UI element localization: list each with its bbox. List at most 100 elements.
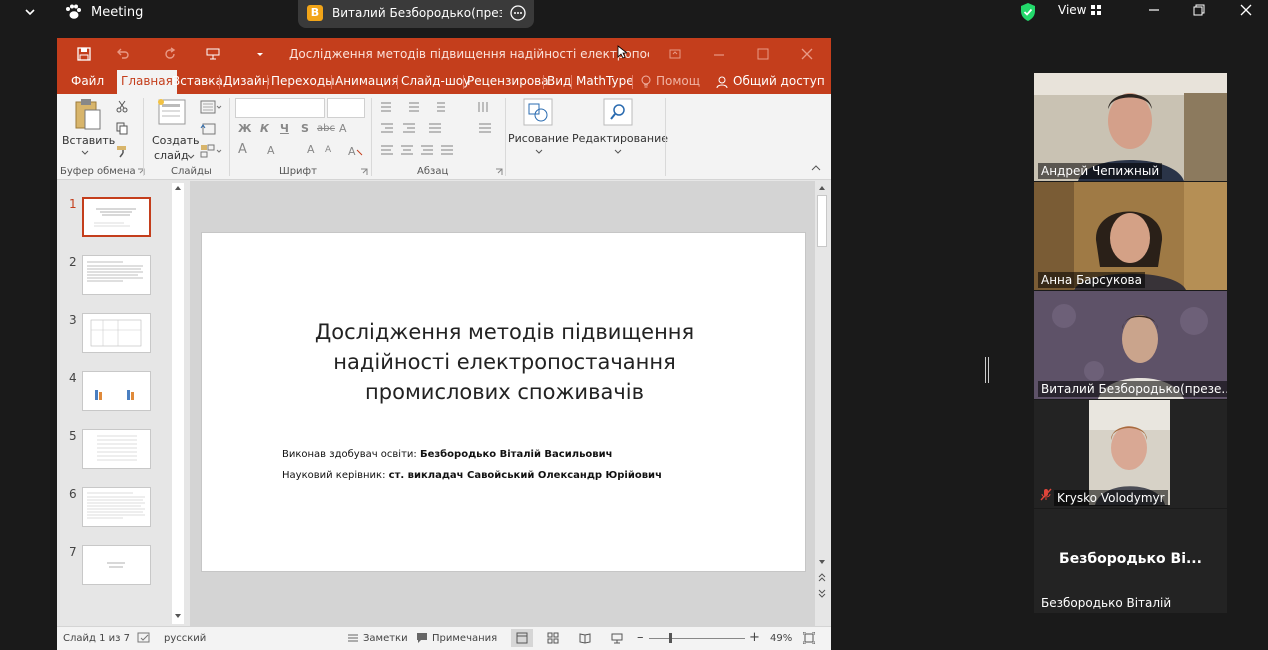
slide-author-line[interactable]: Виконав здобувач освіти: Безбородько Віт… (282, 449, 612, 460)
participant-tile[interactable]: Krysko Volodymyr (1034, 400, 1227, 508)
normal-view-button[interactable] (511, 629, 533, 647)
chevron-down-icon[interactable] (81, 150, 89, 156)
previous-slide-icon[interactable] (818, 573, 826, 583)
tab-mathtype[interactable]: MathType (576, 74, 634, 88)
spellcheck-icon[interactable] (137, 631, 151, 645)
tab-transitions[interactable]: Переходы (271, 74, 335, 88)
view-menu-label[interactable]: View (1058, 3, 1086, 17)
zoom-out-button[interactable]: – (637, 630, 644, 645)
redo-icon[interactable] (162, 46, 178, 62)
next-slide-icon[interactable] (818, 588, 826, 598)
italic-button[interactable]: К (260, 122, 269, 135)
chevron-down-icon[interactable] (535, 149, 543, 155)
share-button[interactable]: Общий доступ (733, 74, 825, 88)
tab-animations[interactable]: Анимация (335, 74, 398, 88)
restore-icon[interactable] (1191, 2, 1207, 18)
scroll-down-icon[interactable] (174, 613, 182, 619)
minimize-icon[interactable] (1146, 2, 1162, 18)
participant-tile[interactable]: Безбородько Ві... Безбородько Віталій (1034, 509, 1227, 613)
split-divider-handle[interactable] (985, 357, 989, 383)
font-shrink-button[interactable]: A (325, 145, 331, 155)
clear-formatting-icon[interactable]: A (347, 144, 363, 158)
tab-view[interactable]: Вид (547, 74, 571, 88)
tab-home[interactable]: Главная (117, 70, 177, 94)
underline-button[interactable]: Ч (280, 122, 289, 135)
participant-tile[interactable]: Андрей Чепижный (1034, 73, 1227, 181)
format-painter-icon[interactable] (115, 144, 129, 158)
thumbnails-scrollbar[interactable] (172, 183, 184, 624)
chevron-down-icon[interactable] (22, 4, 38, 20)
scroll-down-icon[interactable] (818, 559, 826, 565)
strikethrough-button[interactable]: abc (317, 123, 335, 134)
slide-sorter-icon[interactable] (547, 632, 559, 644)
font-grow-button[interactable]: A (307, 143, 315, 156)
slideshow-icon[interactable] (611, 632, 623, 644)
undo-icon[interactable] (115, 46, 131, 62)
paste-label[interactable]: Вставить (62, 134, 115, 147)
tab-tell-me[interactable]: Помощ (656, 74, 700, 88)
copy-icon[interactable] (115, 121, 129, 135)
ribbon-display-icon[interactable] (667, 46, 683, 62)
find-icon[interactable] (603, 98, 633, 126)
scroll-up-icon[interactable] (818, 185, 826, 191)
char-spacing-button[interactable]: A (339, 122, 347, 135)
drawing-button[interactable]: Рисование (508, 132, 569, 145)
shield-check-icon[interactable] (1019, 2, 1037, 22)
slide-thumbnail-7[interactable] (82, 545, 151, 585)
slide-supervisor-line[interactable]: Науковий керівник: ст. викладач Савойськ… (282, 470, 662, 481)
paragraph-controls-icon[interactable] (379, 100, 499, 160)
slide-scrollbar[interactable] (815, 181, 829, 626)
zoom-slider-thumb[interactable] (669, 633, 672, 643)
minimize-icon[interactable] (711, 46, 727, 62)
section-icon[interactable] (200, 144, 222, 158)
new-slide-label[interactable]: Создать (152, 134, 200, 147)
zoom-in-button[interactable]: + (749, 630, 760, 645)
tab-file[interactable]: Файл (71, 74, 104, 88)
reading-view-icon[interactable] (579, 632, 591, 644)
comments-button[interactable]: Примечания (432, 633, 497, 644)
notes-button[interactable]: Заметки (363, 633, 408, 644)
maximize-icon[interactable] (755, 46, 771, 62)
font-color-button[interactable]: A (238, 142, 247, 157)
more-options-icon[interactable] (510, 5, 526, 21)
participant-tile[interactable]: Анна Барсукова (1034, 182, 1227, 290)
presenter-icon[interactable] (205, 46, 221, 62)
paste-icon[interactable] (73, 98, 103, 132)
tab-slideshow[interactable]: Слайд-шоу (401, 74, 470, 88)
view-grid-icon[interactable] (1091, 5, 1101, 15)
slide-thumbnail-3[interactable] (82, 313, 151, 353)
participant-tile[interactable]: Виталий Безбородько(презе... (1034, 291, 1227, 399)
screen-share-pill[interactable]: B Виталий Безбородько(презента (298, 0, 534, 28)
slide-thumbnail-4[interactable] (82, 371, 151, 411)
slide-thumbnail-5[interactable] (82, 429, 151, 469)
scroll-thumb[interactable] (817, 195, 827, 247)
comment-icon[interactable] (416, 632, 428, 644)
cut-icon[interactable] (115, 99, 129, 113)
collapse-ribbon-icon[interactable] (811, 164, 821, 172)
new-slide-label-2[interactable]: слайд (154, 149, 189, 162)
close-icon[interactable] (1238, 2, 1254, 18)
reset-icon[interactable] (200, 122, 216, 136)
shadow-button[interactable]: S (301, 122, 309, 135)
zoom-slider[interactable] (649, 638, 745, 639)
chevron-down-icon[interactable] (614, 149, 622, 155)
chevron-down-icon[interactable] (187, 154, 195, 160)
zoom-level[interactable]: 49% (770, 633, 792, 644)
customize-qat-icon[interactable] (252, 46, 268, 62)
shapes-icon[interactable] (523, 98, 553, 126)
save-icon[interactable] (76, 46, 92, 62)
tab-review[interactable]: Рецензирова (467, 74, 549, 88)
notes-icon[interactable] (347, 633, 359, 643)
tab-design[interactable]: Дизайн (223, 74, 270, 88)
slide-thumbnail-1[interactable] (82, 197, 151, 237)
scroll-up-icon[interactable] (174, 185, 182, 191)
slide-thumbnail-6[interactable] (82, 487, 151, 527)
editing-button[interactable]: Редактирование (572, 132, 668, 145)
dialog-launcher-icon[interactable] (360, 168, 368, 176)
bold-button[interactable]: Ж (238, 122, 251, 135)
current-slide[interactable]: Дослідження методів підвищення надійност… (201, 232, 806, 572)
slide-title[interactable]: Дослідження методів підвищення надійност… (262, 317, 747, 407)
close-icon[interactable] (799, 46, 815, 62)
fit-to-window-icon[interactable] (803, 632, 815, 644)
new-slide-icon[interactable] (157, 98, 189, 128)
